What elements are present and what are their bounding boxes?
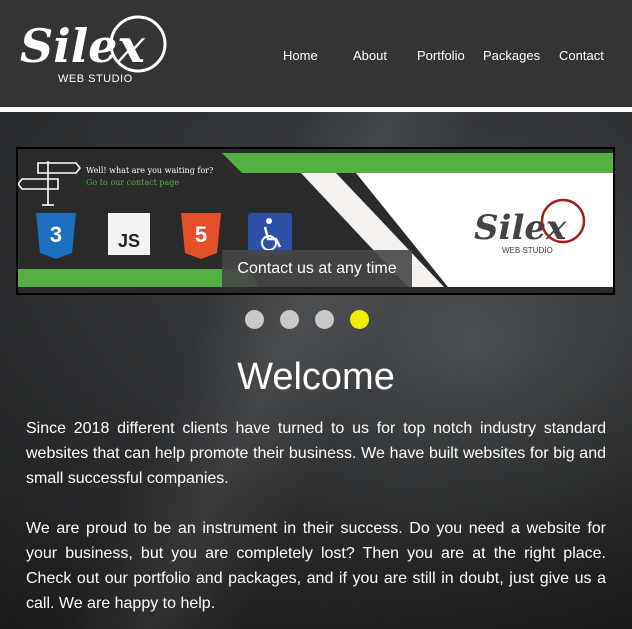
nav-portfolio[interactable]: Portfolio	[417, 48, 465, 63]
page-title: Welcome	[237, 356, 395, 398]
intro-paragraph: Since 2018 different clients have turned…	[26, 420, 606, 487]
slider-dot-3[interactable]	[315, 310, 334, 329]
slide-caption: Contact us at any time	[222, 250, 412, 287]
svg-text:JS: JS	[118, 231, 140, 251]
html5-icon: 5	[181, 213, 221, 259]
slide-sign-line2: Go to our contact page	[86, 178, 179, 187]
main-nav: Home About Portfolio Packages Contact	[0, 48, 632, 68]
accessibility-icon	[248, 213, 292, 255]
slide-sign-line1: Well! what are you waiting for?	[86, 166, 213, 175]
svg-text:Silex: Silex	[474, 208, 567, 248]
site-header: Silex WEB STUDIO Home About Portfolio Pa…	[0, 0, 632, 112]
svg-text:5: 5	[195, 222, 207, 247]
css3-icon: 3	[36, 213, 76, 259]
svg-text:3: 3	[50, 222, 62, 247]
green-band-top	[222, 153, 613, 173]
slider-dot-1[interactable]	[245, 310, 264, 329]
js-icon: JS	[108, 213, 150, 255]
nav-about[interactable]: About	[353, 48, 387, 63]
nav-home[interactable]: Home	[283, 48, 318, 63]
image-slider[interactable]: Well! what are you waiting for? Go to ou…	[16, 147, 615, 295]
nav-contact[interactable]: Contact	[559, 48, 604, 63]
slider-dots	[0, 310, 632, 330]
slider-dot-4[interactable]	[350, 310, 369, 329]
slider-dot-2[interactable]	[280, 310, 299, 329]
help-paragraph: We are proud to be an instrument in thei…	[26, 520, 606, 612]
logo-subtitle: WEB STUDIO	[58, 73, 133, 85]
nav-packages[interactable]: Packages	[483, 48, 540, 63]
svg-text:WEB STUDIO: WEB STUDIO	[502, 246, 553, 255]
